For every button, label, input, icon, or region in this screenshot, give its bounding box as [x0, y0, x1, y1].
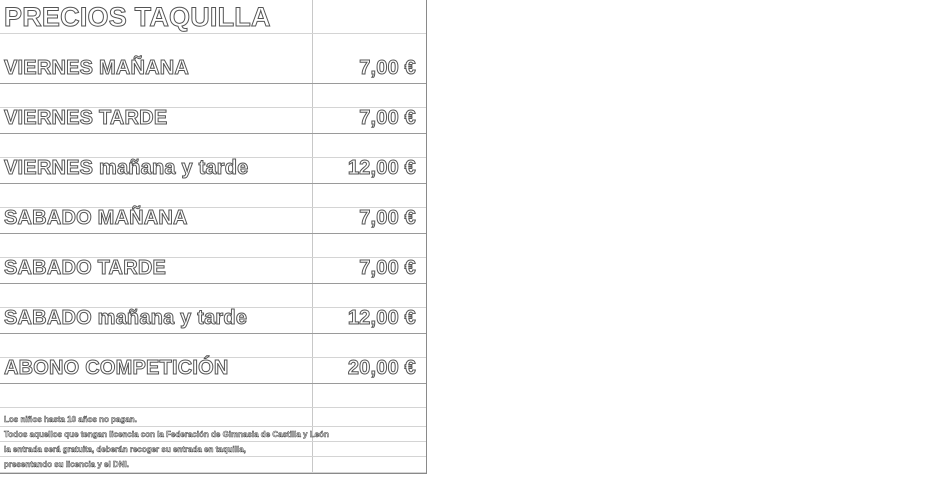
price-row-label: SABADO TARDE [3, 257, 167, 280]
price-row-value: 20,00 € [347, 357, 416, 380]
spacer-row [0, 84, 426, 108]
note-text: presentando su licencia y el DNI. [4, 460, 129, 470]
note-text: Todos aquellos que tengan licencia con l… [4, 430, 329, 440]
spacer-row [0, 234, 426, 258]
price-row-value: 12,00 € [347, 157, 416, 180]
spacer-row [0, 334, 426, 358]
price-row: SABADO MAÑANA 7,00 € [0, 207, 426, 234]
price-row-label: ABONO COMPETICIÓN [4, 357, 229, 380]
price-row-value: 7,00 € [359, 107, 417, 130]
spacer-row [0, 184, 426, 208]
price-row-value: 7,00 € [359, 257, 417, 280]
price-row: VIERNES TARDE 7,00 € [0, 107, 426, 134]
price-row-label: VIERNES mañana y tarde [4, 157, 249, 180]
note-text: la entrada será gratuita, deberán recoge… [4, 445, 246, 455]
note-row: Los niños hasta 10 años no pagan. [0, 408, 426, 427]
note-row: presentando su licencia y el DNI. [0, 457, 426, 473]
spacer-row [0, 384, 426, 408]
price-row: SABADO TARDE 7,00 € [0, 257, 426, 284]
price-row-label: VIERNES TARDE [3, 107, 168, 130]
price-row: ABONO COMPETICIÓN 20,00 € [0, 357, 426, 384]
price-row-value: 7,00 € [359, 207, 417, 230]
price-sheet: PRECIOS TAQUILLA VIERNES MAÑANA 7,00 € V… [0, 0, 427, 474]
note-text: Los niños hasta 10 años no pagan. [4, 415, 137, 425]
price-row: VIERNES MAÑANA 7,00 € [0, 34, 426, 84]
price-row-value: 7,00 € [359, 57, 417, 80]
spacer-row [0, 284, 426, 308]
note-row: Todos aquellos que tengan licencia con l… [0, 427, 426, 442]
title-row: PRECIOS TAQUILLA [0, 0, 426, 34]
price-row-label: SABADO mañana y tarde [3, 307, 248, 330]
note-row: la entrada será gratuita, deberán recoge… [0, 442, 426, 457]
price-row-label: VIERNES MAÑANA [3, 57, 190, 80]
price-row-label: SABADO MAÑANA [4, 207, 189, 230]
price-row: VIERNES mañana y tarde 12,00 € [0, 157, 426, 184]
price-row-value: 12,00 € [347, 307, 416, 330]
page-title: PRECIOS TAQUILLA [4, 2, 272, 33]
spacer-row [0, 134, 426, 158]
price-row: SABADO mañana y tarde 12,00 € [0, 307, 426, 334]
